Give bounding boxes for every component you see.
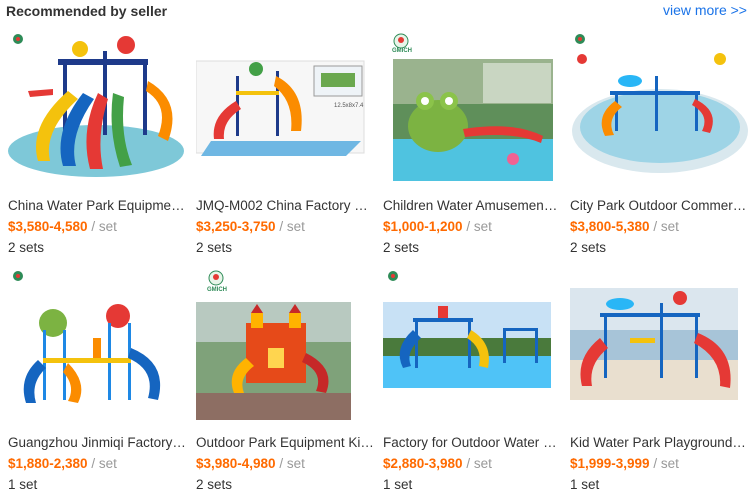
min-order: 2 sets	[196, 240, 233, 255]
product-price: $3,800-5,380	[570, 219, 650, 234]
price-line: $2,880-3,980 / set	[383, 456, 492, 471]
product-image[interactable]	[383, 268, 563, 423]
product-card[interactable]: Factory for Outdoor Water Park Equipment…	[383, 268, 563, 493]
product-title[interactable]: China Water Park Equipment Large Water S…	[8, 198, 186, 213]
price-line: $1,000-1,200 / set	[383, 219, 492, 234]
product-card[interactable]: GMICH Children Water Amusement Park Frog…	[383, 31, 563, 256]
price-line: $3,580-4,580 / set	[8, 219, 117, 234]
price-line: $3,800-5,380 / set	[570, 219, 679, 234]
product-card[interactable]: China Water Park Equipment Large Water S…	[8, 31, 188, 256]
product-title[interactable]: Outdoor Park Equipment Kids Playground	[196, 435, 374, 450]
product-image[interactable]: GMICH	[196, 268, 376, 423]
seller-logo: GMICH	[392, 48, 412, 54]
price-line: $1,999-3,999 / set	[570, 456, 679, 471]
seller-logo: GMICH	[207, 287, 227, 293]
product-title[interactable]: Factory for Outdoor Water Park Equipment	[383, 435, 561, 450]
price-unit: / set	[462, 219, 492, 234]
water-slide-image	[8, 31, 188, 186]
product-title[interactable]: Children Water Amusement Park Frog Slide	[383, 198, 561, 213]
product-price: $3,250-3,750	[196, 219, 276, 234]
min-order: 2 sets	[8, 240, 45, 255]
product-title[interactable]: City Park Outdoor Commercial Water Playg…	[570, 198, 748, 213]
beach-water-park-image	[570, 268, 750, 423]
product-price: $3,980-4,980	[196, 456, 276, 471]
product-title[interactable]: Kid Water Park Playground Equipment	[570, 435, 748, 450]
view-more-link[interactable]: view more >>	[663, 2, 747, 18]
frog-slide-image: GMICH	[383, 31, 563, 186]
product-price: $1,999-3,999	[570, 456, 650, 471]
product-title[interactable]: Guangzhou Jinmiqi Factory Playground	[8, 435, 186, 450]
product-image[interactable]	[8, 268, 188, 423]
product-image[interactable]	[570, 31, 750, 186]
product-price: $3,580-4,580	[8, 219, 88, 234]
product-card[interactable]: GMICH Outdoor Park Equipment Kids Playgr…	[196, 268, 376, 493]
product-card[interactable]: 12.5x8x7.4 JMQ-M002 China Factory Water …	[196, 31, 376, 256]
min-order: 1 set	[383, 477, 413, 492]
price-unit: / set	[649, 456, 679, 471]
product-card[interactable]: Guangzhou Jinmiqi Factory Playground $1,…	[8, 268, 188, 493]
price-line: $1,880-2,380 / set	[8, 456, 117, 471]
price-unit: / set	[275, 456, 305, 471]
price-line: $3,250-3,750 / set	[196, 219, 305, 234]
price-line: $3,980-4,980 / set	[196, 456, 305, 471]
product-price: $1,880-2,380	[8, 456, 88, 471]
price-unit: / set	[649, 219, 679, 234]
product-card[interactable]: Kid Water Park Playground Equipment $1,9…	[570, 268, 750, 493]
min-order: 2 sets	[196, 477, 233, 492]
product-image[interactable]	[8, 31, 188, 186]
section-header: Recommended by seller view more >>	[0, 0, 750, 24]
product-price: $1,000-1,200	[383, 219, 463, 234]
product-title[interactable]: JMQ-M002 China Factory Water Park	[196, 198, 374, 213]
price-unit: / set	[462, 456, 492, 471]
product-image[interactable]	[570, 268, 750, 423]
price-unit: / set	[87, 219, 117, 234]
product-card[interactable]: City Park Outdoor Commercial Water Playg…	[570, 31, 750, 256]
outdoor-water-park-image	[383, 268, 563, 423]
water-playground-island-image	[570, 31, 750, 186]
castle-playground-image: GMICH	[196, 268, 376, 423]
product-image[interactable]: GMICH	[383, 31, 563, 186]
svg-text:12.5x8x7.4: 12.5x8x7.4	[334, 103, 364, 109]
water-slide-render-image: 12.5x8x7.4	[196, 31, 376, 186]
min-order: 1 set	[570, 477, 600, 492]
min-order: 2 sets	[570, 240, 607, 255]
product-price: $2,880-3,980	[383, 456, 463, 471]
min-order: 2 sets	[383, 240, 420, 255]
kids-playground-image	[8, 268, 188, 423]
section-title: Recommended by seller	[6, 3, 168, 19]
price-unit: / set	[87, 456, 117, 471]
min-order: 1 set	[8, 477, 38, 492]
product-image[interactable]: 12.5x8x7.4	[196, 31, 376, 186]
price-unit: / set	[275, 219, 305, 234]
